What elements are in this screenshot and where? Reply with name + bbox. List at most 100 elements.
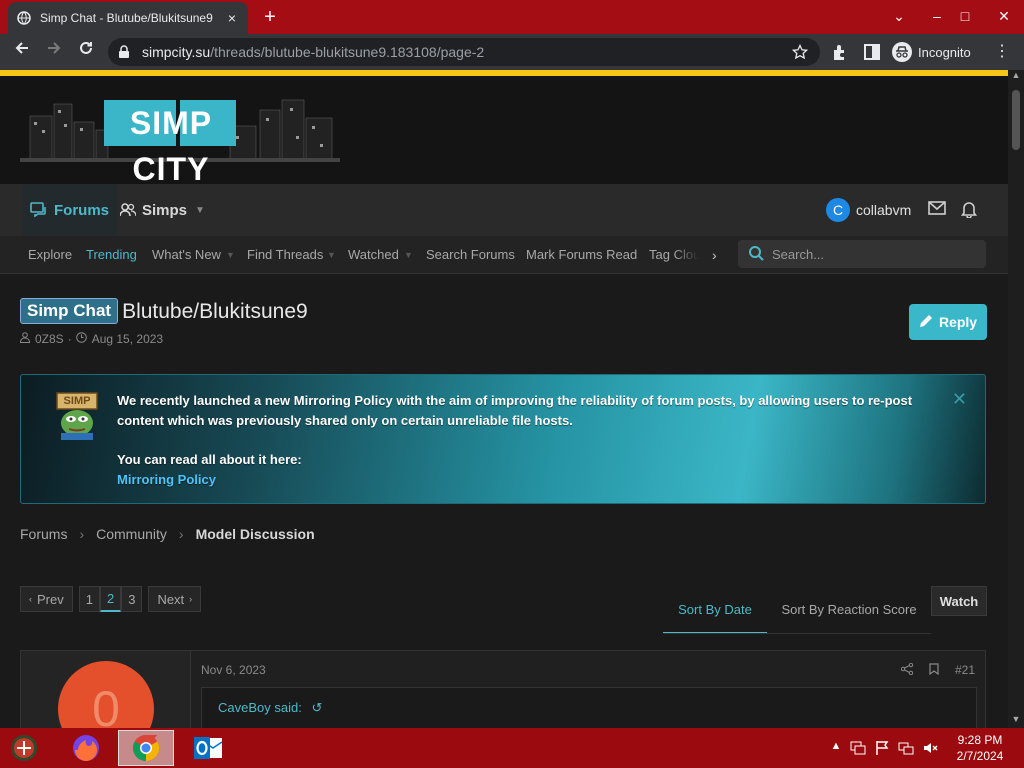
pepe-badge-icon: SIMP — [55, 391, 99, 441]
reply-button[interactable]: Reply — [909, 304, 987, 340]
volume-muted-icon[interactable] — [922, 740, 938, 756]
flag-icon[interactable] — [874, 740, 890, 756]
scroll-up-icon[interactable]: ▲ — [1008, 70, 1024, 84]
page-title: Blutube/Blukitsune9 — [122, 299, 308, 323]
chevron-down-icon: ▼ — [195, 204, 205, 216]
chevron-down-icon[interactable]: ▼ — [327, 236, 336, 274]
bookmark-icon[interactable] — [929, 663, 939, 678]
lock-icon[interactable] — [118, 45, 134, 59]
breadcrumb-community[interactable]: Community — [96, 526, 167, 542]
tab-close-icon[interactable]: × — [224, 10, 240, 26]
next-page-button[interactable]: Next › — [148, 586, 202, 612]
scrollbar-thumb[interactable] — [1012, 90, 1020, 150]
subnav-find-threads[interactable]: Find Threads — [247, 236, 323, 274]
notice-text: We recently launched a new Mirroring Pol… — [117, 391, 947, 490]
users-icon — [120, 203, 136, 217]
breadcrumb-forums[interactable]: Forums — [20, 526, 67, 542]
site-logo[interactable]: SIMP CITY — [20, 96, 340, 187]
new-tab-button[interactable]: + — [258, 6, 282, 30]
post-date[interactable]: Nov 6, 2023 — [201, 663, 266, 677]
subnav-search-forums[interactable]: Search Forums — [426, 236, 515, 274]
subnav-watched[interactable]: Watched — [348, 236, 399, 274]
mirroring-policy-link[interactable]: Mirroring Policy — [117, 470, 947, 490]
incognito-indicator[interactable]: Incognito — [892, 40, 971, 64]
side-panel-icon[interactable] — [862, 42, 882, 62]
scroll-down-icon[interactable]: ▼ — [1008, 714, 1024, 728]
page-scrollbar[interactable]: ▲ ▼ — [1008, 70, 1024, 728]
close-icon[interactable]: ✕ — [952, 389, 967, 410]
browser-menu-icon[interactable]: ⋮ — [992, 42, 1012, 62]
globe-icon — [16, 10, 32, 26]
avatar[interactable]: 0 — [58, 661, 154, 728]
sort-by-date-tab[interactable]: Sort By Date — [663, 592, 767, 634]
close-window-button[interactable]: ✕ — [984, 0, 1024, 34]
clock-date: 2/7/2024 — [956, 749, 1004, 763]
quote-block: CaveBoy said: ↺ — [201, 687, 977, 728]
extensions-icon[interactable] — [830, 42, 850, 62]
jump-to-quote-icon[interactable]: ↺ — [311, 700, 322, 715]
thread-author[interactable]: 0Z8S — [35, 332, 64, 346]
thread-prefix-badge[interactable]: Simp Chat — [20, 298, 119, 324]
start-button[interactable] — [4, 730, 44, 766]
chevron-right-icon[interactable]: › — [712, 236, 717, 274]
site-header: SIMP CITY — [0, 76, 1008, 187]
tab-search-icon[interactable]: ⌄ — [882, 0, 916, 34]
page-1-button[interactable]: 1 — [78, 586, 100, 612]
subnav-explore[interactable]: Explore — [28, 236, 72, 274]
subnav-trending[interactable]: Trending — [86, 236, 137, 274]
url-path: /threads/blutube-blukitsune9.183108/page… — [210, 44, 485, 60]
nav-tab-forums[interactable]: Forums — [22, 184, 118, 236]
page-2-button[interactable]: 2 — [99, 586, 122, 612]
forward-icon[interactable] — [42, 40, 66, 64]
share-icon[interactable] — [900, 662, 914, 678]
breadcrumb-model-discussion[interactable]: Model Discussion — [196, 526, 315, 542]
back-icon[interactable] — [10, 40, 34, 64]
prev-page-button[interactable]: ‹ Prev — [20, 586, 73, 612]
page-viewport: SIMP CITY Forums Simps ▼ C collabvm Expl… — [0, 70, 1024, 728]
clock-time: 9:28 PM — [957, 733, 1003, 747]
search-box[interactable] — [738, 240, 986, 268]
chrome-icon[interactable] — [118, 730, 174, 766]
chevron-right-icon: › — [79, 526, 85, 542]
chevron-down-icon[interactable]: ▼ — [226, 236, 235, 274]
username: collabvm — [856, 202, 912, 218]
post-user-panel: 0 — [21, 651, 191, 728]
tab-title: Simp Chat - Blutube/Blukitsune9 — [40, 11, 213, 25]
outlook-icon[interactable] — [180, 730, 236, 766]
firefox-icon[interactable] — [58, 730, 114, 766]
subnav-tag-cloud[interactable]: Tag Clou — [649, 236, 699, 274]
network-drive-icon[interactable] — [850, 740, 866, 756]
url-host: simpcity.su — [142, 44, 211, 60]
chevron-down-icon[interactable]: ▼ — [404, 236, 413, 274]
next-label: Next — [157, 591, 185, 607]
incognito-label: Incognito — [918, 44, 971, 60]
browser-tab[interactable]: Simp Chat - Blutube/Blukitsune9 × — [8, 2, 248, 34]
avatar: C — [826, 198, 850, 222]
show-hidden-icons-icon[interactable]: ▲ — [828, 740, 844, 756]
windows-taskbar: ▲ 9:28 PM 2/7/2024 — [0, 728, 1024, 768]
maximize-button[interactable]: □ — [948, 0, 982, 34]
clock-icon — [75, 332, 87, 346]
prev-label: Prev — [37, 591, 64, 607]
bell-icon[interactable] — [960, 200, 981, 220]
reload-icon[interactable] — [74, 40, 98, 64]
system-clock[interactable]: 9:28 PM 2/7/2024 — [940, 732, 1020, 764]
subnav-mark-forums-read[interactable]: Mark Forums Read — [526, 236, 637, 274]
browser-toolbar: simpcity.su/threads/blutube-blukitsune9.… — [0, 34, 1024, 70]
watch-button[interactable]: Watch — [931, 586, 987, 616]
user-menu[interactable]: C collabvm — [826, 198, 911, 222]
mail-icon[interactable] — [928, 200, 948, 220]
address-bar[interactable]: simpcity.su/threads/blutube-blukitsune9.… — [108, 38, 820, 66]
network-icon[interactable] — [898, 740, 914, 756]
user-icon — [19, 332, 31, 346]
notice-line1: We recently launched a new Mirroring Pol… — [117, 393, 913, 428]
nav-tab-simps[interactable]: Simps ▼ — [112, 184, 213, 236]
bookmark-star-icon[interactable] — [791, 43, 809, 60]
sort-by-reaction-tab[interactable]: Sort By Reaction Score — [767, 592, 931, 634]
post-number[interactable]: #21 — [955, 663, 975, 677]
quote-author[interactable]: CaveBoy said: — [218, 700, 302, 715]
subnav-whats-new[interactable]: What's New — [152, 236, 221, 274]
search-input[interactable] — [772, 246, 972, 262]
thread-date[interactable]: Aug 15, 2023 — [92, 332, 163, 346]
page-3-button[interactable]: 3 — [121, 586, 143, 612]
